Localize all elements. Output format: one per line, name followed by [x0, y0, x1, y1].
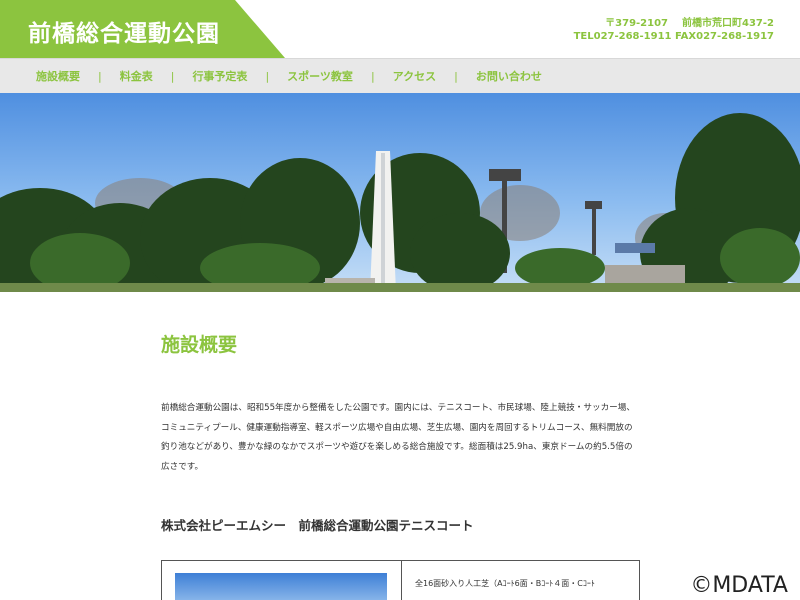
facility-description: 前橋総合運動公園は、昭和55年度から整備をした公園です。園内には、テニスコート、… — [161, 403, 635, 472]
tennis-court-thumbnail — [175, 573, 387, 600]
nav-item-label[interactable]: アクセス — [375, 68, 454, 84]
copyright-watermark: ©MDATA — [690, 573, 788, 598]
nav-item-label[interactable]: 料金表 — [102, 68, 171, 84]
tennis-court-card: 全16面砂入り人工芝（Aｺｰﾄ6面・Bｺｰﾄ４面・Cｺｰﾄ — [161, 560, 640, 600]
nav-item-access[interactable]: アクセス | — [375, 68, 458, 84]
hero-illustration — [0, 93, 800, 292]
main-content: 施設概要 前橋総合運動公園は、昭和55年度から整備をした公園です。園内には、テニ… — [161, 330, 641, 534]
court-info-text: 全16面砂入り人工芝（Aｺｰﾄ6面・Bｺｰﾄ４面・Cｺｰﾄ — [415, 579, 595, 588]
main-nav: 施設概要 | 料金表 | 行事予定表 | スポーツ教室 | アクセス | お問い合わせ — [0, 58, 800, 93]
tennis-court-heading: 株式会社ピーエムシー 前橋総合運動公園テニスコート — [161, 518, 474, 533]
site-header: 前橋総合運動公園 〒379-2107 前橋市荒口町437-2 TEL027-268… — [0, 0, 800, 58]
address: 前橋市荒口町437-2 — [682, 18, 774, 29]
nav-item-contact[interactable]: お問い合わせ — [458, 68, 560, 84]
nav-item-sports-class[interactable]: スポーツ教室 | — [269, 68, 375, 84]
fax-number: FAX027-268-1917 — [674, 31, 774, 42]
card-divider — [401, 561, 402, 600]
site-title[interactable]: 前橋総合運動公園 — [28, 14, 220, 48]
hero-park-image — [0, 93, 800, 292]
postal-code: 〒379-2107 — [605, 18, 669, 29]
nav-item-label[interactable]: 行事予定表 — [174, 68, 265, 84]
nav-item-label[interactable]: 施設概要 — [18, 68, 98, 84]
section-title: 施設概要 — [161, 334, 238, 356]
nav-item-label[interactable]: スポーツ教室 — [269, 68, 371, 84]
contact-info: 〒379-2107 前橋市荒口町437-2 TEL027-268-1911 FAX… — [574, 17, 774, 43]
nav-item-fees[interactable]: 料金表 | — [102, 68, 175, 84]
thumbnail-illustration — [175, 573, 387, 600]
tel-number[interactable]: TEL027-268-1911 — [574, 31, 672, 42]
nav-item-schedule[interactable]: 行事予定表 | — [174, 68, 269, 84]
nav-item-overview[interactable]: 施設概要 | — [18, 68, 102, 84]
nav-item-label[interactable]: お問い合わせ — [458, 68, 560, 84]
